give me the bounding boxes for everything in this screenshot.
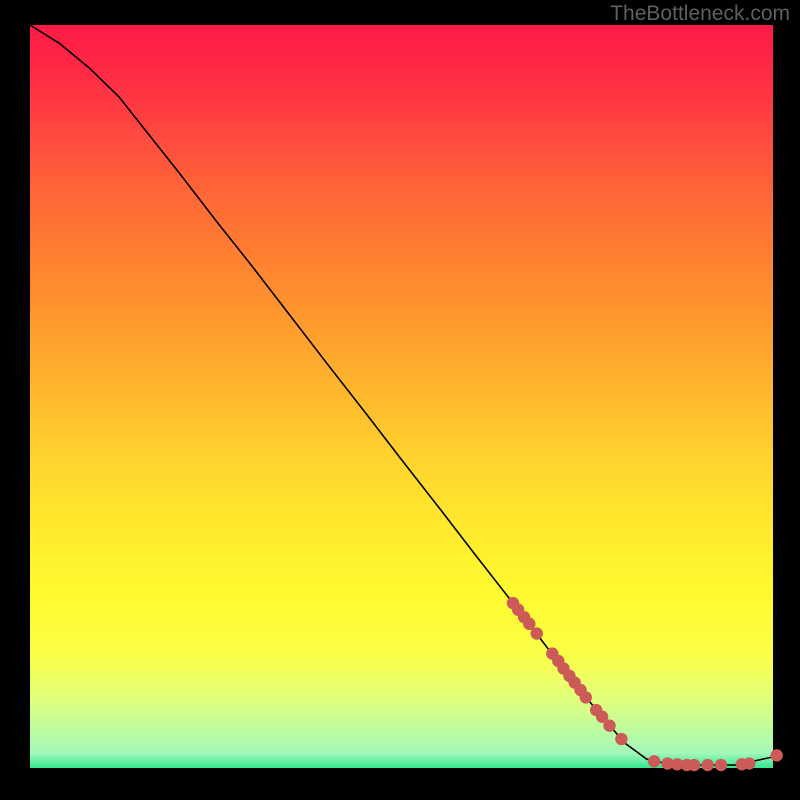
chart-svg-overlay: [30, 25, 773, 768]
watermark-text: TheBottleneck.com: [610, 2, 790, 26]
chart-line-series: [30, 25, 773, 765]
chart-data-markers: [507, 597, 783, 771]
chart-plot-area: [30, 25, 773, 768]
